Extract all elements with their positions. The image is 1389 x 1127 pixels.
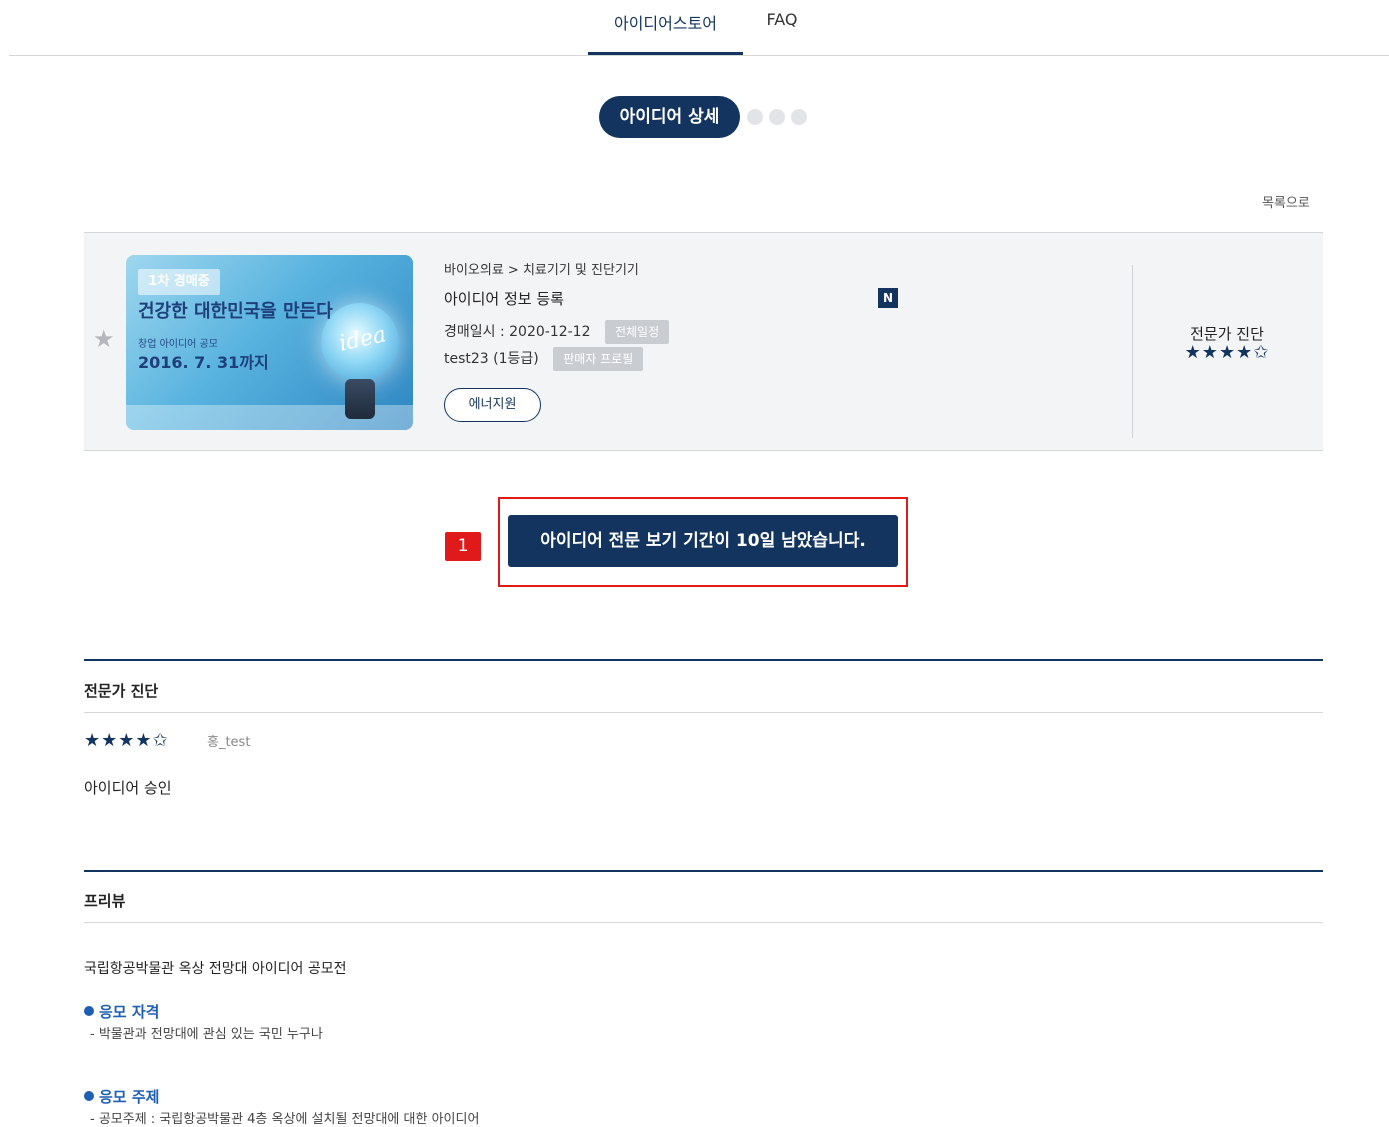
favorite-star-icon[interactable]: ★ bbox=[93, 327, 115, 351]
preview-item-title: 응모 자격 bbox=[84, 1001, 159, 1022]
seller-name: test23 (1등급) bbox=[444, 351, 539, 367]
idea-title[interactable]: 아이디어 정보 등록 bbox=[444, 288, 564, 309]
review-rating-stars-icon: ★★★★✩ bbox=[84, 730, 169, 751]
current-step-pill: 아이디어 상세 bbox=[599, 96, 740, 138]
thumbnail-date: 2016. 7. 31까지 bbox=[138, 353, 269, 372]
idea-thumbnail[interactable]: idea 건강한 대한민국을 만든다 창업 아이디어 공모 2016. 7. 3… bbox=[126, 255, 413, 430]
preview-item-title: 응모 주제 bbox=[84, 1086, 159, 1107]
bullet-dot-icon bbox=[84, 1091, 94, 1101]
idea-card: ★ idea 건강한 대한민국을 만든다 창업 아이디어 공모 2016. 7.… bbox=[84, 232, 1323, 451]
expert-section-subdivider bbox=[84, 712, 1323, 713]
seller-row: test23 (1등급) 판매자 프로필 bbox=[444, 346, 644, 372]
step-dot-3 bbox=[769, 109, 785, 125]
auction-date: 경매일시 : 2020-12-12 bbox=[444, 324, 591, 340]
expert-section-divider bbox=[84, 659, 1323, 661]
tab-idea-store[interactable]: 아이디어스토어 bbox=[588, 10, 743, 55]
expert-section-title: 전문가 진단 bbox=[84, 682, 159, 700]
idea-category: 바이오의료 > 치료기기 및 진단기기 bbox=[444, 263, 639, 278]
top-navigation: 아이디어스토어 FAQ bbox=[9, 0, 1389, 56]
tab-faq[interactable]: FAQ bbox=[764, 10, 800, 54]
step-dot-4 bbox=[791, 109, 807, 125]
expert-rating-stars-icon: ★★★★✩ bbox=[1184, 342, 1270, 363]
preview-item-desc: - 공모주제 : 국립항공박물관 4층 옥상에 설치될 전망대에 대한 아이디어 bbox=[90, 1112, 480, 1127]
tag-energy-button[interactable]: 에너지원 bbox=[444, 388, 541, 422]
review-text: 아이디어 승인 bbox=[84, 779, 172, 797]
full-schedule-button[interactable]: 전체일정 bbox=[604, 320, 670, 344]
full-view-period-button[interactable]: 아이디어 전문 보기 기간이 10일 남았습니다. bbox=[508, 515, 898, 567]
expert-diagnosis-summary: 전문가 진단 ★★★★✩ bbox=[1154, 323, 1300, 362]
back-to-list-link[interactable]: 목록으로 bbox=[1262, 192, 1310, 211]
thumbnail-subline: 창업 아이디어 공모 bbox=[138, 339, 218, 350]
new-badge: N bbox=[878, 288, 898, 308]
preview-item-title-text: 응모 주제 bbox=[99, 1088, 160, 1106]
preview-item-title-text: 응모 자격 bbox=[99, 1003, 160, 1021]
step-dot-2 bbox=[747, 109, 763, 125]
seller-profile-button[interactable]: 판매자 프로필 bbox=[553, 347, 644, 371]
preview-section-subdivider bbox=[84, 922, 1323, 923]
reviewer-name: 홍_test bbox=[207, 735, 251, 750]
bullet-dot-icon bbox=[84, 1006, 94, 1016]
preview-section-title: 프리뷰 bbox=[84, 892, 126, 910]
preview-item-desc: - 박물관과 전망대에 관심 있는 국민 누구나 bbox=[90, 1027, 323, 1042]
auction-status-badge: 1차 경매중 bbox=[138, 269, 220, 295]
auction-date-row: 경매일시 : 2020-12-12 전체일정 bbox=[444, 319, 670, 345]
preview-heading: 국립항공박물관 옥상 전망대 아이디어 공모전 bbox=[84, 961, 347, 977]
lightbulb-base-graphic bbox=[345, 379, 375, 419]
preview-section-divider bbox=[84, 870, 1323, 872]
card-divider bbox=[1132, 265, 1133, 438]
thumbnail-headline: 건강한 대한민국을 만든다 bbox=[138, 301, 333, 322]
expert-diagnosis-label: 전문가 진단 bbox=[1190, 325, 1264, 343]
annotation-marker: 1 bbox=[445, 532, 481, 561]
